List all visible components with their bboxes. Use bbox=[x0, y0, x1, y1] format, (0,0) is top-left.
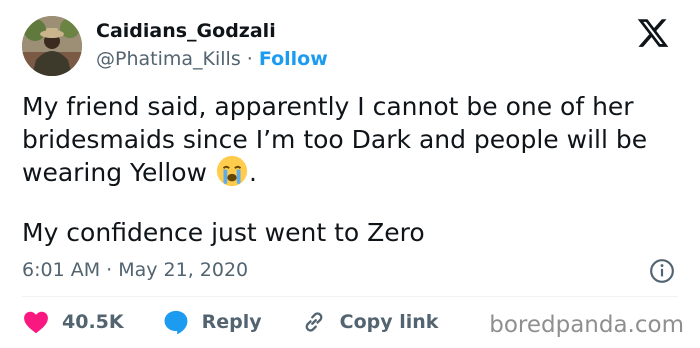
loudly-crying-face-icon bbox=[216, 155, 248, 187]
user-handle[interactable]: @Phatima_Kills bbox=[96, 48, 241, 70]
tweet-paragraph-1-text: My friend said, apparently I cannot be o… bbox=[22, 92, 648, 187]
tweet-paragraph-2: My confidence just went to Zero bbox=[22, 218, 425, 247]
divider bbox=[22, 296, 678, 297]
reply-bubble-icon bbox=[164, 310, 188, 335]
like-count: 40.5K bbox=[62, 311, 124, 333]
tweet-timestamp[interactable]: 6:01 AM · May 21, 2020 bbox=[22, 259, 248, 281]
link-icon bbox=[305, 312, 322, 332]
follow-link[interactable]: Follow bbox=[259, 48, 328, 70]
action-bar: 40.5K Reply Copy link bbox=[22, 308, 476, 336]
separator-dot: · bbox=[246, 48, 253, 70]
avatar[interactable] bbox=[22, 16, 82, 76]
x-logo-icon[interactable] bbox=[636, 16, 670, 50]
tweet-paragraph-1: My friend said, apparently I cannot be o… bbox=[22, 90, 682, 189]
watermark: boredpanda.com bbox=[489, 312, 684, 338]
copy-link-label: Copy link bbox=[339, 311, 439, 333]
like-button[interactable]: 40.5K bbox=[22, 308, 124, 336]
tweet-text: My friend said, apparently I cannot be o… bbox=[22, 90, 682, 249]
reply-label: Reply bbox=[201, 311, 262, 333]
reply-button[interactable]: Reply bbox=[162, 308, 262, 336]
heart-icon bbox=[24, 311, 48, 334]
copy-link-button[interactable]: Copy link bbox=[300, 308, 439, 336]
info-icon[interactable] bbox=[649, 258, 675, 284]
handle-row: @Phatima_Kills · Follow bbox=[96, 48, 328, 70]
profile-photo-icon bbox=[22, 16, 82, 76]
display-name[interactable]: Caidians_Godzali bbox=[96, 20, 276, 42]
tweet-paragraph-1-end: . bbox=[248, 158, 257, 187]
